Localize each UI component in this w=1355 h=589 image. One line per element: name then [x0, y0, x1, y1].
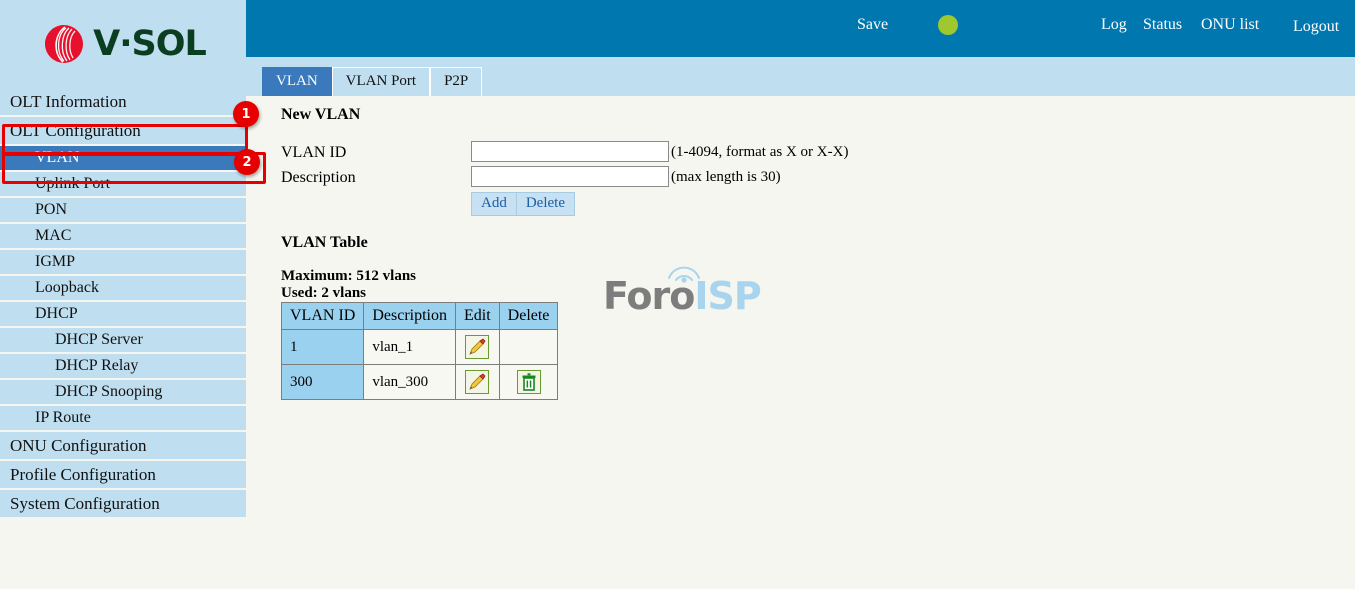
- sidebar-item-olt-configuration[interactable]: OLT Configuration: [0, 117, 246, 144]
- delete-button[interactable]: Delete: [516, 192, 575, 216]
- sidebar-item-dhcp-server[interactable]: DHCP Server: [0, 328, 246, 352]
- tab-vlan-port[interactable]: VLAN Port: [331, 67, 431, 97]
- vlan-used-text: Used: 2 vlans: [281, 285, 367, 301]
- table-row: 1 vlan_1: [280, 329, 559, 365]
- nav-link-status[interactable]: Status: [1143, 16, 1182, 34]
- sidebar-item-igmp[interactable]: IGMP: [0, 250, 246, 274]
- cell-vlan-id: 300: [280, 364, 365, 400]
- trash-delete-icon[interactable]: [516, 370, 541, 394]
- add-button[interactable]: Add: [471, 192, 517, 216]
- column-header-description: Description: [363, 302, 456, 330]
- sidebar-item-mac[interactable]: MAC: [0, 224, 246, 248]
- form-button-row: Add Delete: [471, 192, 575, 216]
- main-content: ForoISP New VLAN VLAN ID (1-4094, format…: [246, 96, 1355, 589]
- sidebar-item-dhcp[interactable]: DHCP: [0, 302, 246, 326]
- cell-delete: [498, 364, 559, 400]
- sidebar-item-vlan[interactable]: VLAN: [0, 146, 246, 170]
- top-navigation-bar: Save Log Status ONU list Logout: [246, 0, 1355, 57]
- sidebar-menu: OLT Information OLT Configuration VLAN U…: [0, 88, 246, 534]
- description-label: Description: [281, 169, 356, 186]
- tab-p2p[interactable]: P2P: [430, 67, 483, 97]
- sidebar-item-system-configuration[interactable]: System Configuration: [0, 490, 246, 517]
- column-header-vlan-id: VLAN ID: [280, 302, 365, 330]
- sidebar-item-dhcp-snooping[interactable]: DHCP Snooping: [0, 380, 246, 404]
- cell-edit: [454, 364, 500, 400]
- save-button[interactable]: Save: [857, 16, 888, 34]
- sidebar-item-uplink-port[interactable]: Uplink Port: [0, 172, 246, 196]
- annotation-badge-2: 2: [234, 149, 260, 175]
- new-vlan-heading: New VLAN: [281, 106, 361, 123]
- cell-description: vlan_300: [363, 364, 456, 400]
- vlan-table: VLAN ID Description Edit Delete 1 vlan_1: [280, 302, 559, 400]
- sidebar-item-olt-information[interactable]: OLT Information: [0, 88, 246, 115]
- sidebar-item-profile-configuration[interactable]: Profile Configuration: [0, 461, 246, 488]
- column-header-delete: Delete: [498, 302, 559, 330]
- watermark-text-isp: ISP: [694, 274, 761, 318]
- vlan-counts: Maximum: 512 vlans Used: 2 vlans: [281, 268, 416, 302]
- sidebar-item-dhcp-relay[interactable]: DHCP Relay: [0, 354, 246, 378]
- tab-strip: VLAN VLAN Port P2P: [246, 57, 1355, 97]
- sidebar-item-pon[interactable]: PON: [0, 198, 246, 222]
- table-header-row: VLAN ID Description Edit Delete: [280, 302, 559, 330]
- vlan-maximum-text: Maximum: 512 vlans: [281, 268, 416, 284]
- pencil-edit-icon[interactable]: [465, 335, 490, 359]
- annotation-badge-1: 1: [233, 101, 259, 127]
- foroisp-watermark: ForoISP: [603, 258, 763, 318]
- cell-edit: [454, 329, 500, 365]
- vlan-id-hint: (1-4094, format as X or X-X): [671, 144, 849, 160]
- sidebar-item-ip-route[interactable]: IP Route: [0, 406, 246, 430]
- vlan-id-input[interactable]: [471, 141, 669, 162]
- vlan-table-heading: VLAN Table: [281, 234, 368, 251]
- nav-link-onu-list[interactable]: ONU list: [1201, 16, 1259, 34]
- brand-logo-panel: V·SOL: [0, 0, 246, 88]
- description-input[interactable]: [471, 166, 669, 187]
- vlan-id-label: VLAN ID: [281, 144, 347, 161]
- watermark-text-foro: Foro: [603, 274, 695, 318]
- nav-link-log[interactable]: Log: [1101, 16, 1127, 34]
- vsol-sphere-logo-icon: [40, 21, 86, 67]
- pencil-edit-icon[interactable]: [465, 370, 490, 394]
- status-indicator-dot: [938, 15, 958, 35]
- sidebar-item-loopback[interactable]: Loopback: [0, 276, 246, 300]
- brand-name: V·SOL: [93, 24, 207, 64]
- cell-description: vlan_1: [363, 329, 456, 365]
- description-hint: (max length is 30): [671, 169, 781, 185]
- logout-button[interactable]: Logout: [1293, 18, 1339, 36]
- column-header-edit: Edit: [454, 302, 500, 330]
- tab-vlan[interactable]: VLAN: [262, 67, 332, 97]
- cell-vlan-id: 1: [280, 329, 365, 365]
- table-row: 300 vlan_300: [280, 364, 559, 400]
- cell-delete: [498, 329, 559, 365]
- sidebar-item-onu-configuration[interactable]: ONU Configuration: [0, 432, 246, 459]
